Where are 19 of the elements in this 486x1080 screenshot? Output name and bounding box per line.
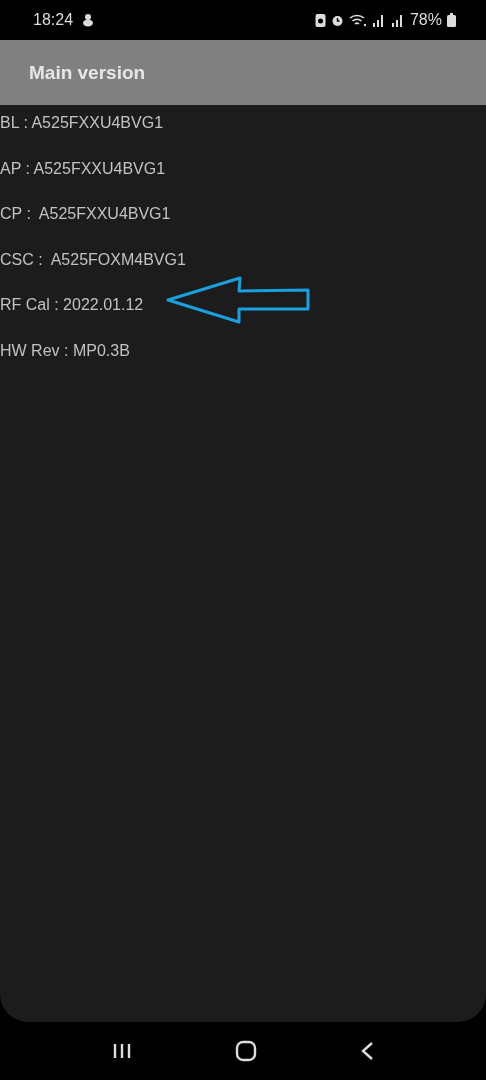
- battery-saver-icon: [314, 13, 326, 27]
- version-info-line: BL : A525FXXU4BVG1: [0, 113, 164, 133]
- version-info-line: AP : A525FXXU4BVG1: [0, 158, 166, 179]
- status-time: 18:24: [33, 11, 74, 29]
- version-info-line: CSC : A525FOXM4BVG1: [0, 249, 186, 270]
- version-info-line: RF Cal : 2022.01.12: [0, 295, 144, 316]
- version-info-line: CP : A525FXXU4BVG1: [0, 204, 171, 225]
- notification-icon: [82, 13, 95, 27]
- alarm-icon: [330, 13, 344, 27]
- wifi-icon: [348, 13, 367, 27]
- battery-percentage: 78%: [409, 11, 442, 29]
- signal-icon: [371, 13, 386, 27]
- signal-icon: [390, 13, 405, 27]
- recent-apps-icon[interactable]: [111, 1043, 132, 1059]
- app-bar-title: Main version: [29, 61, 146, 84]
- version-info-line: HW Rev : MP0.3B: [0, 340, 130, 361]
- back-icon[interactable]: [360, 1041, 375, 1061]
- home-icon[interactable]: [235, 1040, 257, 1062]
- battery-icon: [447, 13, 456, 27]
